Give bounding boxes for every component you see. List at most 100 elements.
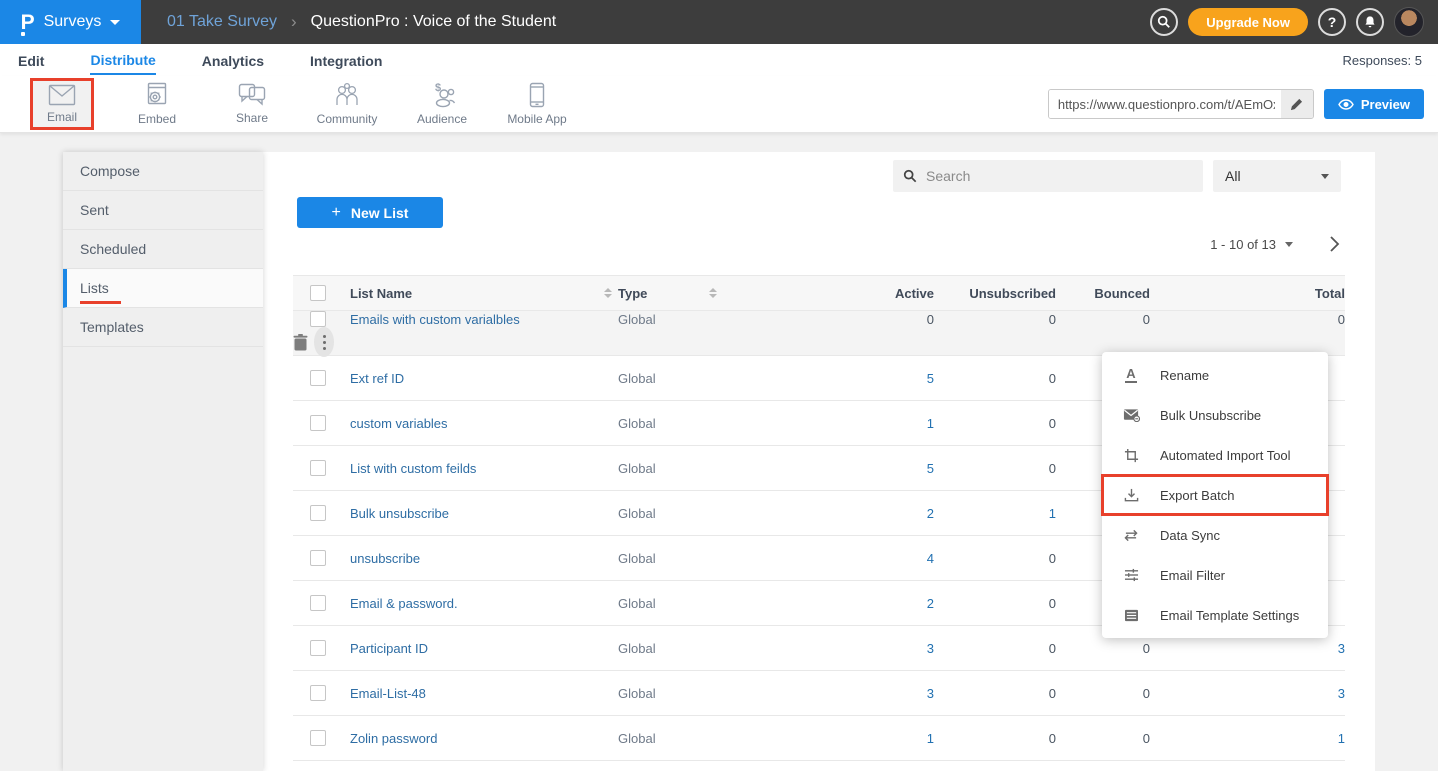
upgrade-now-button[interactable]: Upgrade Now bbox=[1188, 8, 1308, 36]
breadcrumb-survey-link[interactable]: 01 Take Survey bbox=[167, 13, 277, 31]
unsubscribed-count[interactable]: 1 bbox=[934, 506, 1056, 521]
col-list-name[interactable]: List Name bbox=[350, 286, 412, 301]
row-checkbox[interactable] bbox=[310, 505, 326, 521]
search-icon[interactable] bbox=[1150, 8, 1178, 36]
menu-item-automated-import-tool[interactable]: Automated Import Tool bbox=[1102, 435, 1328, 475]
menu-item-email-filter[interactable]: Email Filter bbox=[1102, 555, 1328, 595]
menu-item-export-batch[interactable]: Export Batch bbox=[1102, 475, 1328, 515]
tab-integration[interactable]: Integration bbox=[310, 47, 382, 74]
toolbar-item-mobile-app[interactable]: Mobile App bbox=[505, 78, 569, 130]
list-name-link[interactable]: Ext ref ID bbox=[350, 371, 404, 386]
unsubscribed-count[interactable]: 0 bbox=[934, 312, 1056, 327]
page-range-dropdown[interactable]: 1 - 10 of 13 bbox=[1210, 237, 1293, 252]
help-icon[interactable]: ? bbox=[1318, 8, 1346, 36]
total-count[interactable]: 3 bbox=[1150, 641, 1345, 656]
active-count[interactable]: 2 bbox=[763, 596, 934, 611]
row-checkbox[interactable] bbox=[310, 595, 326, 611]
list-type: Global bbox=[618, 686, 656, 701]
row-checkbox[interactable] bbox=[310, 640, 326, 656]
search-input[interactable] bbox=[926, 168, 1193, 184]
list-name-link[interactable]: Email & password. bbox=[350, 596, 458, 611]
unsubscribed-count[interactable]: 0 bbox=[934, 731, 1056, 746]
menu-item-data-sync[interactable]: Data Sync bbox=[1102, 515, 1328, 555]
unsubscribed-count[interactable]: 0 bbox=[934, 686, 1056, 701]
active-count[interactable]: 5 bbox=[763, 371, 934, 386]
delete-trash-icon[interactable] bbox=[293, 334, 308, 351]
row-checkbox[interactable] bbox=[310, 460, 326, 476]
menu-item-label: Email Template Settings bbox=[1160, 608, 1299, 623]
edit-url-pencil-icon[interactable] bbox=[1281, 90, 1313, 118]
toolbar-item-community[interactable]: Community bbox=[315, 78, 379, 130]
tab-distribute[interactable]: Distribute bbox=[90, 46, 155, 75]
list-name-link[interactable]: Bulk unsubscribe bbox=[350, 506, 449, 521]
next-page-chevron-icon[interactable] bbox=[1327, 236, 1341, 252]
tab-analytics[interactable]: Analytics bbox=[202, 47, 264, 74]
col-type[interactable]: Type bbox=[618, 286, 647, 301]
row-menu-dots-icon[interactable] bbox=[314, 327, 334, 357]
active-count[interactable]: 4 bbox=[763, 551, 934, 566]
list-name-link[interactable]: custom variables bbox=[350, 416, 448, 431]
unsubscribed-count[interactable]: 0 bbox=[934, 461, 1056, 476]
sidebar-item[interactable]: Lists bbox=[63, 269, 263, 308]
notifications-bell-icon[interactable] bbox=[1356, 8, 1384, 36]
unsubscribed-count[interactable]: 0 bbox=[934, 371, 1056, 386]
new-list-button[interactable]: + New List bbox=[297, 197, 443, 228]
list-name-link[interactable]: Emails with custom varialbles bbox=[350, 312, 520, 327]
survey-url-input[interactable] bbox=[1049, 90, 1281, 118]
list-filter-dropdown[interactable]: All bbox=[1213, 160, 1341, 192]
unsubscribed-count[interactable]: 0 bbox=[934, 641, 1056, 656]
row-checkbox[interactable] bbox=[310, 370, 326, 386]
sidebar-item[interactable]: Compose bbox=[63, 152, 263, 191]
bounced-count[interactable]: 0 bbox=[1056, 731, 1150, 746]
toolbar-item-share[interactable]: Share bbox=[220, 78, 284, 130]
active-count[interactable]: 0 bbox=[763, 312, 934, 327]
list-type: Global bbox=[618, 461, 656, 476]
active-count[interactable]: 1 bbox=[763, 731, 934, 746]
row-checkbox[interactable] bbox=[310, 415, 326, 431]
list-name-link[interactable]: Email-List-48 bbox=[350, 686, 426, 701]
active-count[interactable]: 2 bbox=[763, 506, 934, 521]
menu-item-rename[interactable]: A Rename bbox=[1102, 355, 1328, 395]
row-checkbox[interactable] bbox=[310, 730, 326, 746]
unsubscribed-count[interactable]: 0 bbox=[934, 416, 1056, 431]
user-avatar[interactable] bbox=[1394, 7, 1424, 37]
breadcrumb: 01 Take Survey › QuestionPro : Voice of … bbox=[167, 12, 556, 32]
active-count[interactable]: 1 bbox=[763, 416, 934, 431]
list-name-link[interactable]: List with custom feilds bbox=[350, 461, 476, 476]
toolbar-item-audience[interactable]: $ Audience bbox=[410, 78, 474, 130]
menu-item-email-template-settings[interactable]: Email Template Settings bbox=[1102, 595, 1328, 635]
row-checkbox[interactable] bbox=[310, 311, 326, 327]
active-count[interactable]: 5 bbox=[763, 461, 934, 476]
row-checkbox[interactable] bbox=[310, 550, 326, 566]
total-count[interactable]: 0 bbox=[1150, 312, 1345, 327]
list-name-link[interactable]: Participant ID bbox=[350, 641, 428, 656]
tab-edit[interactable]: Edit bbox=[18, 47, 44, 74]
select-all-checkbox[interactable] bbox=[310, 285, 326, 301]
sidebar-item[interactable]: Scheduled bbox=[63, 230, 263, 269]
toolbar-item-label: Embed bbox=[138, 112, 176, 126]
sidebar-item[interactable]: Sent bbox=[63, 191, 263, 230]
sort-icon[interactable] bbox=[604, 288, 612, 298]
menu-item-label: Export Batch bbox=[1160, 488, 1234, 503]
menu-item-bulk-unsubscribe[interactable]: Bulk Unsubscribe bbox=[1102, 395, 1328, 435]
sidebar-item[interactable]: Templates bbox=[63, 308, 263, 347]
toolbar-item-embed[interactable]: Embed bbox=[125, 78, 189, 130]
list-name-link[interactable]: Zolin password bbox=[350, 731, 437, 746]
product-switcher[interactable]: P Surveys bbox=[0, 0, 141, 44]
sort-icon[interactable] bbox=[709, 288, 717, 298]
unsubscribed-count[interactable]: 0 bbox=[934, 596, 1056, 611]
active-count[interactable]: 3 bbox=[763, 641, 934, 656]
active-count[interactable]: 3 bbox=[763, 686, 934, 701]
total-count[interactable]: 3 bbox=[1150, 686, 1345, 701]
new-list-label: New List bbox=[351, 205, 409, 221]
unsubscribed-count[interactable]: 0 bbox=[934, 551, 1056, 566]
bounced-count[interactable]: 0 bbox=[1056, 312, 1150, 327]
bounced-count[interactable]: 0 bbox=[1056, 641, 1150, 656]
total-count[interactable]: 1 bbox=[1150, 731, 1345, 746]
search-box bbox=[893, 160, 1203, 192]
toolbar-item-email[interactable]: Email bbox=[30, 78, 94, 130]
row-checkbox[interactable] bbox=[310, 685, 326, 701]
list-name-link[interactable]: unsubscribe bbox=[350, 551, 420, 566]
preview-button[interactable]: Preview bbox=[1324, 89, 1424, 119]
bounced-count[interactable]: 0 bbox=[1056, 686, 1150, 701]
